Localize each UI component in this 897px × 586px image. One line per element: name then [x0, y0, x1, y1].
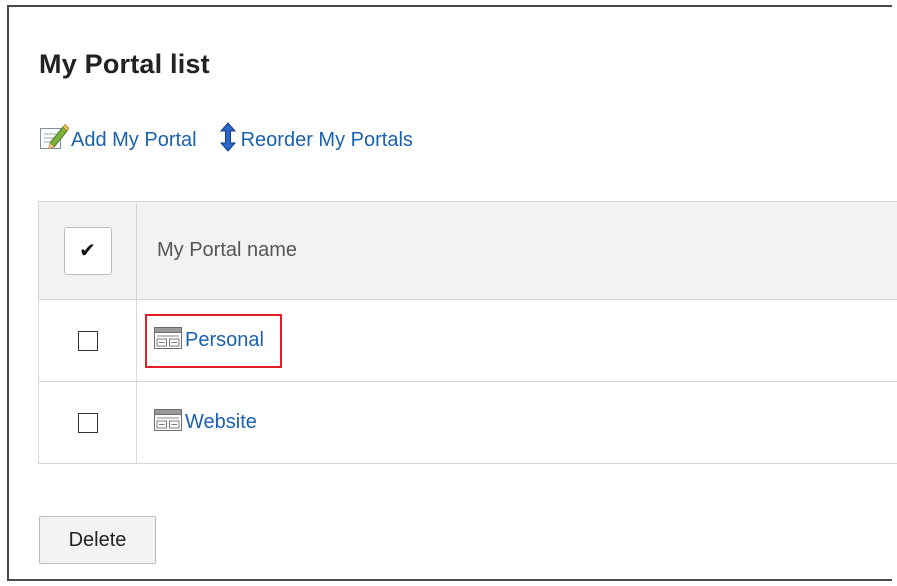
delete-button[interactable]: Delete: [39, 516, 156, 564]
select-all-button[interactable]: ✔: [63, 226, 112, 275]
table-row: Website: [38, 381, 897, 464]
reorder-my-portals-link[interactable]: Reorder My Portals: [217, 122, 413, 158]
row-check-cell: [38, 381, 137, 464]
portal-name-text: Website: [185, 411, 257, 433]
portal-link-website[interactable]: Website: [153, 408, 257, 438]
portal-layout-icon: [153, 408, 183, 438]
toolbar: Add My Portal Reorder My Portals: [39, 122, 413, 158]
portal-table: ✔ My Portal name Personal Website: [38, 201, 897, 464]
portal-name-text: Personal: [185, 329, 264, 351]
table-header-row: ✔ My Portal name: [38, 201, 897, 300]
row-check-cell: [38, 299, 137, 382]
edit-pencil-icon: [39, 123, 70, 157]
portal-name-cell: Website: [136, 381, 897, 464]
page-title: My Portal list: [39, 49, 210, 79]
portal-name-header: My Portal name: [136, 201, 897, 300]
portal-link-personal[interactable]: Personal: [153, 326, 264, 356]
portal-layout-icon: [153, 326, 183, 356]
row-checkbox[interactable]: [77, 330, 98, 351]
add-my-portal-link[interactable]: Add My Portal: [39, 123, 197, 157]
up-down-arrow-icon: [217, 122, 239, 158]
portal-list-panel: My Portal list Add My Portal Reorder My …: [7, 5, 897, 581]
table-row: Personal: [38, 299, 897, 382]
portal-name-cell: Personal: [136, 299, 897, 382]
row-checkbox[interactable]: [77, 412, 98, 433]
select-all-cell: ✔: [38, 201, 137, 300]
add-my-portal-label: Add My Portal: [71, 128, 197, 151]
highlight-annotation: Personal: [145, 313, 282, 368]
reorder-my-portals-label: Reorder My Portals: [240, 128, 413, 151]
